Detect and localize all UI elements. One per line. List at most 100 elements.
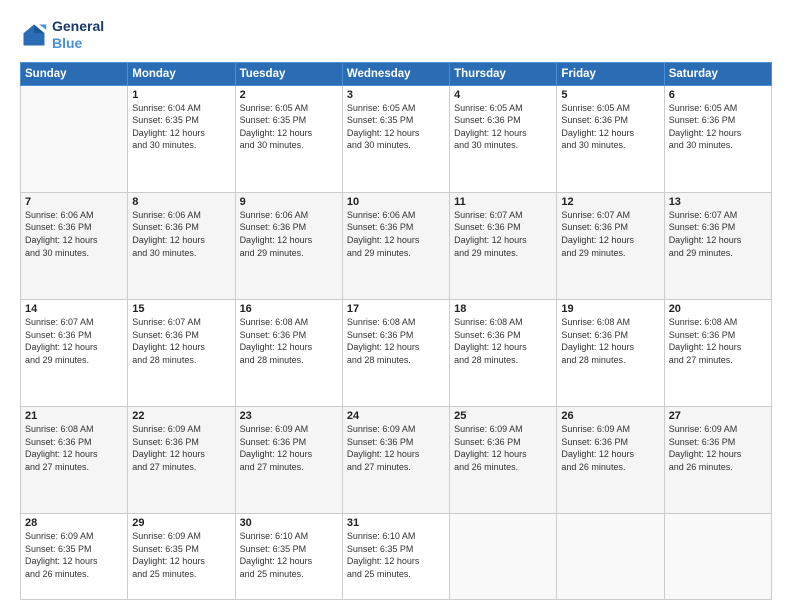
calendar-cell: 12Sunrise: 6:07 AM Sunset: 6:36 PM Dayli…	[557, 192, 664, 299]
calendar-cell: 19Sunrise: 6:08 AM Sunset: 6:36 PM Dayli…	[557, 299, 664, 406]
day-detail: Sunrise: 6:07 AM Sunset: 6:36 PM Dayligh…	[25, 316, 123, 366]
day-detail: Sunrise: 6:05 AM Sunset: 6:35 PM Dayligh…	[240, 102, 338, 152]
day-detail: Sunrise: 6:09 AM Sunset: 6:35 PM Dayligh…	[25, 530, 123, 580]
day-number: 26	[561, 410, 659, 422]
day-number: 30	[240, 517, 338, 529]
day-detail: Sunrise: 6:08 AM Sunset: 6:36 PM Dayligh…	[347, 316, 445, 366]
calendar-cell: 8Sunrise: 6:06 AM Sunset: 6:36 PM Daylig…	[128, 192, 235, 299]
day-number: 17	[347, 303, 445, 315]
calendar-week-3: 14Sunrise: 6:07 AM Sunset: 6:36 PM Dayli…	[21, 299, 772, 406]
calendar-cell: 23Sunrise: 6:09 AM Sunset: 6:36 PM Dayli…	[235, 407, 342, 514]
calendar-cell: 2Sunrise: 6:05 AM Sunset: 6:35 PM Daylig…	[235, 85, 342, 192]
calendar-cell	[450, 514, 557, 600]
day-detail: Sunrise: 6:09 AM Sunset: 6:35 PM Dayligh…	[132, 530, 230, 580]
day-number: 8	[132, 196, 230, 208]
calendar-cell: 31Sunrise: 6:10 AM Sunset: 6:35 PM Dayli…	[342, 514, 449, 600]
calendar-cell: 20Sunrise: 6:08 AM Sunset: 6:36 PM Dayli…	[664, 299, 771, 406]
day-detail: Sunrise: 6:06 AM Sunset: 6:36 PM Dayligh…	[25, 209, 123, 259]
day-detail: Sunrise: 6:09 AM Sunset: 6:36 PM Dayligh…	[561, 423, 659, 473]
day-number: 5	[561, 89, 659, 101]
calendar-cell	[664, 514, 771, 600]
calendar-cell: 29Sunrise: 6:09 AM Sunset: 6:35 PM Dayli…	[128, 514, 235, 600]
calendar-week-5: 28Sunrise: 6:09 AM Sunset: 6:35 PM Dayli…	[21, 514, 772, 600]
day-number: 16	[240, 303, 338, 315]
day-detail: Sunrise: 6:07 AM Sunset: 6:36 PM Dayligh…	[669, 209, 767, 259]
calendar-cell: 14Sunrise: 6:07 AM Sunset: 6:36 PM Dayli…	[21, 299, 128, 406]
calendar-cell: 13Sunrise: 6:07 AM Sunset: 6:36 PM Dayli…	[664, 192, 771, 299]
weekday-sunday: Sunday	[21, 62, 128, 85]
day-detail: Sunrise: 6:05 AM Sunset: 6:36 PM Dayligh…	[561, 102, 659, 152]
calendar-week-4: 21Sunrise: 6:08 AM Sunset: 6:36 PM Dayli…	[21, 407, 772, 514]
calendar-cell: 18Sunrise: 6:08 AM Sunset: 6:36 PM Dayli…	[450, 299, 557, 406]
day-number: 4	[454, 89, 552, 101]
day-detail: Sunrise: 6:09 AM Sunset: 6:36 PM Dayligh…	[132, 423, 230, 473]
day-number: 14	[25, 303, 123, 315]
day-detail: Sunrise: 6:08 AM Sunset: 6:36 PM Dayligh…	[454, 316, 552, 366]
day-number: 19	[561, 303, 659, 315]
calendar-cell: 9Sunrise: 6:06 AM Sunset: 6:36 PM Daylig…	[235, 192, 342, 299]
calendar-cell: 27Sunrise: 6:09 AM Sunset: 6:36 PM Dayli…	[664, 407, 771, 514]
day-detail: Sunrise: 6:09 AM Sunset: 6:36 PM Dayligh…	[240, 423, 338, 473]
weekday-header-row: SundayMondayTuesdayWednesdayThursdayFrid…	[21, 62, 772, 85]
calendar-cell: 6Sunrise: 6:05 AM Sunset: 6:36 PM Daylig…	[664, 85, 771, 192]
day-detail: Sunrise: 6:08 AM Sunset: 6:36 PM Dayligh…	[25, 423, 123, 473]
day-detail: Sunrise: 6:08 AM Sunset: 6:36 PM Dayligh…	[561, 316, 659, 366]
calendar-cell: 15Sunrise: 6:07 AM Sunset: 6:36 PM Dayli…	[128, 299, 235, 406]
day-number: 3	[347, 89, 445, 101]
day-detail: Sunrise: 6:07 AM Sunset: 6:36 PM Dayligh…	[454, 209, 552, 259]
calendar-cell: 17Sunrise: 6:08 AM Sunset: 6:36 PM Dayli…	[342, 299, 449, 406]
calendar-cell	[21, 85, 128, 192]
day-detail: Sunrise: 6:06 AM Sunset: 6:36 PM Dayligh…	[347, 209, 445, 259]
calendar-table: SundayMondayTuesdayWednesdayThursdayFrid…	[20, 62, 772, 600]
calendar-header: SundayMondayTuesdayWednesdayThursdayFrid…	[21, 62, 772, 85]
day-number: 21	[25, 410, 123, 422]
day-detail: Sunrise: 6:08 AM Sunset: 6:36 PM Dayligh…	[669, 316, 767, 366]
day-number: 24	[347, 410, 445, 422]
logo-text: General Blue	[52, 18, 104, 52]
weekday-friday: Friday	[557, 62, 664, 85]
calendar-body: 1Sunrise: 6:04 AM Sunset: 6:35 PM Daylig…	[21, 85, 772, 599]
calendar-week-2: 7Sunrise: 6:06 AM Sunset: 6:36 PM Daylig…	[21, 192, 772, 299]
weekday-tuesday: Tuesday	[235, 62, 342, 85]
day-detail: Sunrise: 6:08 AM Sunset: 6:36 PM Dayligh…	[240, 316, 338, 366]
calendar-cell: 4Sunrise: 6:05 AM Sunset: 6:36 PM Daylig…	[450, 85, 557, 192]
day-detail: Sunrise: 6:09 AM Sunset: 6:36 PM Dayligh…	[454, 423, 552, 473]
weekday-thursday: Thursday	[450, 62, 557, 85]
day-detail: Sunrise: 6:06 AM Sunset: 6:36 PM Dayligh…	[240, 209, 338, 259]
day-number: 12	[561, 196, 659, 208]
calendar-cell: 5Sunrise: 6:05 AM Sunset: 6:36 PM Daylig…	[557, 85, 664, 192]
calendar-cell	[557, 514, 664, 600]
day-detail: Sunrise: 6:10 AM Sunset: 6:35 PM Dayligh…	[347, 530, 445, 580]
calendar-cell: 7Sunrise: 6:06 AM Sunset: 6:36 PM Daylig…	[21, 192, 128, 299]
day-detail: Sunrise: 6:05 AM Sunset: 6:35 PM Dayligh…	[347, 102, 445, 152]
calendar-cell: 25Sunrise: 6:09 AM Sunset: 6:36 PM Dayli…	[450, 407, 557, 514]
day-detail: Sunrise: 6:09 AM Sunset: 6:36 PM Dayligh…	[347, 423, 445, 473]
header: General Blue	[20, 18, 772, 52]
weekday-wednesday: Wednesday	[342, 62, 449, 85]
day-detail: Sunrise: 6:09 AM Sunset: 6:36 PM Dayligh…	[669, 423, 767, 473]
calendar-cell: 26Sunrise: 6:09 AM Sunset: 6:36 PM Dayli…	[557, 407, 664, 514]
calendar-week-1: 1Sunrise: 6:04 AM Sunset: 6:35 PM Daylig…	[21, 85, 772, 192]
day-number: 10	[347, 196, 445, 208]
calendar-cell: 10Sunrise: 6:06 AM Sunset: 6:36 PM Dayli…	[342, 192, 449, 299]
day-number: 15	[132, 303, 230, 315]
day-number: 6	[669, 89, 767, 101]
calendar-cell: 1Sunrise: 6:04 AM Sunset: 6:35 PM Daylig…	[128, 85, 235, 192]
day-number: 31	[347, 517, 445, 529]
day-number: 13	[669, 196, 767, 208]
logo-icon	[20, 21, 48, 49]
day-number: 22	[132, 410, 230, 422]
day-number: 7	[25, 196, 123, 208]
calendar-cell: 24Sunrise: 6:09 AM Sunset: 6:36 PM Dayli…	[342, 407, 449, 514]
day-number: 27	[669, 410, 767, 422]
day-number: 25	[454, 410, 552, 422]
day-detail: Sunrise: 6:05 AM Sunset: 6:36 PM Dayligh…	[669, 102, 767, 152]
day-number: 1	[132, 89, 230, 101]
day-detail: Sunrise: 6:05 AM Sunset: 6:36 PM Dayligh…	[454, 102, 552, 152]
calendar-cell: 21Sunrise: 6:08 AM Sunset: 6:36 PM Dayli…	[21, 407, 128, 514]
day-detail: Sunrise: 6:10 AM Sunset: 6:35 PM Dayligh…	[240, 530, 338, 580]
page: General Blue SundayMondayTuesdayWednesda…	[0, 0, 792, 612]
day-number: 9	[240, 196, 338, 208]
weekday-monday: Monday	[128, 62, 235, 85]
day-number: 11	[454, 196, 552, 208]
